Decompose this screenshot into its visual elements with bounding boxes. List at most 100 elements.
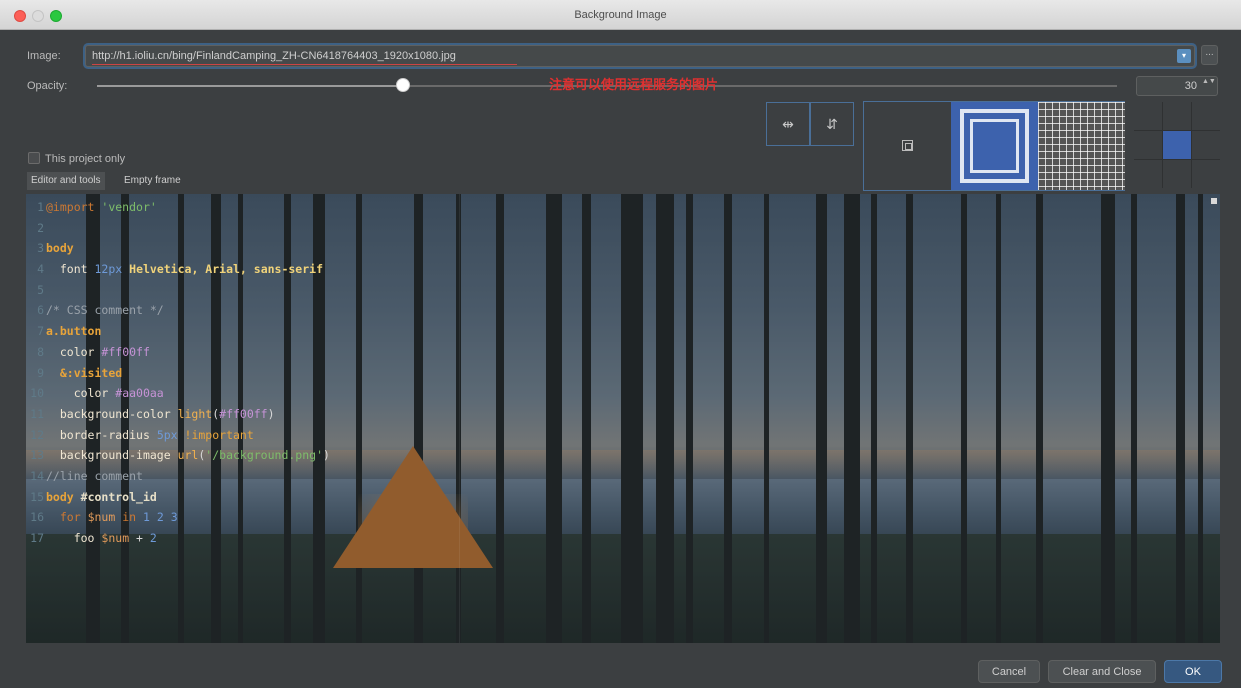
line-number: 16 [30, 510, 44, 525]
line-number: 7 [37, 324, 44, 339]
code-token: a.button [46, 324, 102, 339]
project-only-label[interactable]: This project only [45, 153, 125, 165]
code-token: color [59, 344, 95, 359]
opacity-slider-handle[interactable] [396, 78, 410, 92]
code-token: ) [323, 448, 330, 463]
anchor-center[interactable] [1163, 131, 1191, 159]
code-token: $num [87, 510, 116, 525]
annotation-text: 注意可以使用远程服务的图片 [549, 77, 719, 92]
scale-fill-inner [970, 119, 1019, 173]
code-token: #aa00aa [115, 386, 164, 401]
code-token: '/background.png' [205, 448, 323, 463]
code-line: 7 a.button [26, 321, 330, 342]
window-title: Background Image [574, 9, 667, 21]
code-token: #ff00ff [219, 406, 268, 421]
fill-mode-plain[interactable] [864, 102, 951, 190]
anchor-bottom-left[interactable] [1134, 160, 1162, 188]
code-line: 5 [26, 280, 330, 301]
anchor-top-center[interactable] [1163, 102, 1191, 130]
code-line: 6/* CSS comment */ [26, 300, 330, 321]
anchor-top-right[interactable] [1192, 102, 1220, 130]
fill-mode-scale[interactable] [951, 102, 1038, 190]
background-preview: 1 @import 'vendor' 2 3 body 4 font 12px Helve… [26, 194, 1220, 643]
dropdown-arrow-icon[interactable]: ▾ [1177, 49, 1191, 63]
code-token: body [46, 489, 74, 504]
line-number: 2 [37, 220, 44, 235]
code-token: &:visited [59, 365, 123, 380]
code-token: 5px [156, 427, 178, 442]
anchor-bottom-center[interactable] [1163, 160, 1191, 188]
opacity-spinner[interactable]: 30 ▲▼ [1136, 76, 1218, 96]
code-token: 2 [149, 531, 157, 545]
code-token: Helvetica, Arial, sans-serif [129, 262, 324, 277]
fill-mode-group [863, 101, 1125, 191]
line-number: 9 [37, 365, 44, 380]
code-token: #control_id [80, 489, 157, 504]
code-token: #ff00ff [101, 344, 150, 359]
spinner-arrows-icon[interactable]: ▲▼ [1202, 78, 1216, 86]
code-token: /* CSS comment */ [46, 303, 164, 318]
line-number: 3 [37, 241, 44, 256]
clear-and-close-button[interactable]: Clear and Close [1048, 660, 1156, 683]
opacity-label: Opacity: [27, 80, 68, 92]
line-number: 14 [30, 468, 44, 483]
code-token: !important [184, 427, 254, 442]
tab-empty-frame[interactable]: Empty frame [120, 172, 185, 190]
code-token: light [177, 406, 213, 421]
ok-button[interactable]: OK [1164, 660, 1222, 683]
scale-fill-icon [960, 109, 1029, 183]
code-token: background-color [59, 406, 171, 421]
code-token: body [46, 241, 74, 256]
code-token: @import [46, 200, 95, 214]
code-token: 'vendor' [101, 200, 157, 214]
anchor-middle-left[interactable] [1134, 131, 1162, 159]
line-number: 15 [30, 489, 44, 504]
code-token: color [73, 386, 109, 401]
code-line: 14//line comment [26, 466, 330, 487]
code-line: 4 font 12px Helvetica, Arial, sans-serif [26, 259, 330, 280]
browse-button[interactable]: ... [1201, 45, 1218, 65]
fill-mode-tile[interactable] [1038, 102, 1125, 190]
code-token: 1 2 3 [143, 510, 178, 525]
anchor-middle-right[interactable] [1192, 131, 1220, 159]
code-line: 10 color #aa00aa [26, 383, 330, 404]
anchor-bottom-right[interactable] [1192, 160, 1220, 188]
preview-divider [459, 194, 460, 643]
code-token: $num [101, 531, 130, 545]
code-line: 9 &:visited [26, 363, 330, 384]
code-line: 17 foo $num + 2 [26, 528, 330, 549]
code-token: //line comment [46, 468, 143, 483]
cancel-button[interactable]: Cancel [978, 660, 1040, 683]
project-only-checkbox[interactable] [28, 152, 40, 164]
flip-vertical-button[interactable]: ⇵ [810, 102, 854, 146]
flip-horizontal-icon: ⇹ [782, 116, 794, 132]
tab-editor-and-tools[interactable]: Editor and tools [27, 172, 105, 190]
line-number: 17 [30, 531, 44, 545]
opacity-value[interactable]: 30 [1185, 80, 1197, 92]
url-underline [92, 64, 517, 65]
code-token: font [59, 262, 88, 277]
code-token: border-radius [59, 427, 150, 442]
flip-horizontal-button[interactable]: ⇹ [766, 102, 810, 146]
code-token: + [129, 531, 150, 545]
code-line: 1 @import 'vendor' [26, 197, 330, 218]
image-url-input[interactable]: http://h1.ioliu.cn/bing/FinlandCamping_Z… [92, 50, 456, 62]
preview-scroll-thumb[interactable] [1211, 198, 1217, 204]
image-url-combobox[interactable]: http://h1.ioliu.cn/bing/FinlandCamping_Z… [85, 45, 1195, 67]
line-number: 11 [30, 406, 44, 421]
anchor-top-left[interactable] [1134, 102, 1162, 130]
opacity-slider-fill [97, 85, 403, 87]
